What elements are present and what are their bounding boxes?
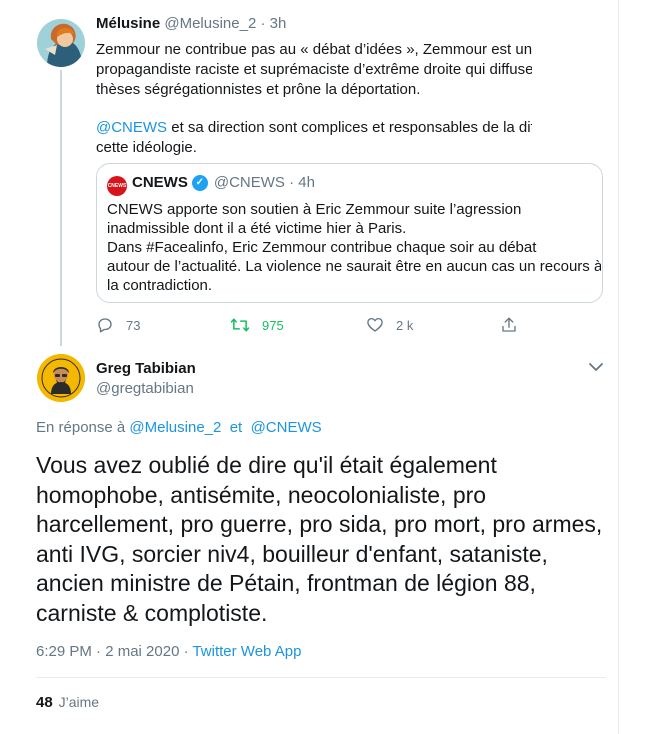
reply-text-line: carniste & complotiste. bbox=[36, 599, 268, 626]
reply-tweet-text: Vous avez oublié de dire qu'il était éga… bbox=[36, 451, 602, 628]
parent-text-line: @CNEWS et sa direction sont complices et… bbox=[96, 118, 532, 138]
share-action[interactable] bbox=[500, 316, 530, 334]
parent-text-line: Zemmour ne contribue pas au « débat d’id… bbox=[96, 41, 532, 58]
quoted-tweet-text: CNEWS apporte son soutien à Eric Zemmour… bbox=[107, 200, 601, 295]
parent-handle[interactable]: @Melusine_2 bbox=[164, 15, 256, 32]
reply-icon bbox=[98, 318, 112, 333]
reply-count: 73 bbox=[126, 317, 141, 333]
chevron-down-icon[interactable] bbox=[586, 358, 606, 376]
reply-text-line: harcellement, pro guerre, pro sida, pro … bbox=[36, 511, 603, 537]
parent-text-line: thèses ségrégationnistes et prône la dép… bbox=[96, 81, 421, 98]
replying-mention-melusine[interactable]: @Melusine_2 bbox=[129, 419, 221, 436]
retweet-icon bbox=[230, 318, 250, 332]
parent-display-name[interactable]: Mélusine bbox=[96, 15, 160, 32]
likes-count: 48 bbox=[36, 694, 53, 711]
parent-text-line: cette idéologie. bbox=[96, 139, 197, 155]
reply-text-line: ancien ministre de Pétain, frontman de l… bbox=[36, 570, 536, 596]
like-action[interactable]: 2 k bbox=[366, 316, 413, 334]
quoted-text-line: autour de l’actualité. La violence ne sa… bbox=[107, 258, 601, 275]
reply-display-name[interactable]: Greg Tabibian bbox=[96, 360, 196, 377]
retweet-action[interactable]: 975 bbox=[230, 316, 284, 334]
replying-and: et bbox=[229, 419, 243, 436]
thread-line bbox=[60, 70, 62, 346]
parent-author: Mélusine @Melusine_2 · 3h bbox=[96, 15, 286, 32]
parent-text-rest: et sa direction sont complices et respon… bbox=[167, 119, 532, 136]
reply-text-line: Vous avez oublié de dire qu'il était éga… bbox=[36, 452, 497, 478]
like-icon bbox=[367, 317, 383, 332]
tweet-metadata: 6:29 PM · 2 mai 2020 · Twitter Web App bbox=[36, 643, 301, 660]
quoted-text-line: la contradiction. bbox=[107, 277, 213, 294]
quoted-author: CNEWS ✓ @CNEWS · 4h bbox=[132, 174, 315, 191]
replying-to: En réponse à @Melusine_2 et @CNEWS bbox=[36, 419, 322, 436]
replying-prefix: En réponse à bbox=[36, 419, 126, 436]
quoted-handle-time: @CNEWS · 4h bbox=[213, 174, 315, 191]
likes-stat[interactable]: 48 J’aime bbox=[36, 694, 99, 711]
divider bbox=[36, 677, 606, 678]
parent-tweet-text: Zemmour ne contribue pas au « débat d’id… bbox=[96, 40, 532, 155]
melusine-avatar[interactable] bbox=[37, 19, 85, 67]
reply-text-line: anti IVG, sorcier niv4, bouilleur d'enfa… bbox=[36, 540, 548, 567]
quoted-display-name: CNEWS bbox=[132, 174, 188, 191]
timeline-border bbox=[618, 0, 619, 734]
greg-tabibian-avatar[interactable] bbox=[37, 354, 85, 402]
quoted-text-line: Dans #Facealinfo, Eric Zemmour contribue… bbox=[107, 239, 537, 256]
retweet-count: 975 bbox=[262, 317, 284, 333]
tweet-timestamp[interactable]: 6:29 PM · 2 mai 2020 · bbox=[36, 643, 192, 660]
timeline-left-border bbox=[0, 0, 1, 734]
cnews-mention-link[interactable]: @CNEWS bbox=[96, 119, 167, 136]
likes-label: J’aime bbox=[58, 694, 100, 710]
parent-time[interactable]: · 3h bbox=[260, 15, 286, 32]
quoted-text-line: CNEWS apporte son soutien à Eric Zemmour… bbox=[107, 201, 522, 218]
share-icon bbox=[502, 317, 516, 332]
reply-text-line: homophobe, antisémite, neocolonialiste, … bbox=[36, 481, 487, 508]
like-count: 2 k bbox=[396, 317, 414, 333]
tweet-source-link[interactable]: Twitter Web App bbox=[192, 643, 301, 660]
replying-mention-cnews[interactable]: @CNEWS bbox=[251, 419, 322, 436]
reply-action[interactable]: 73 bbox=[96, 316, 140, 334]
parent-text-line: propagandiste raciste et suprémaciste d’… bbox=[96, 61, 532, 78]
quoted-text-line: inadmissible dont il a été victime hier … bbox=[107, 220, 407, 237]
verified-icon: ✓ bbox=[191, 174, 208, 191]
reply-handle[interactable]: @gregtabibian bbox=[96, 380, 194, 397]
cnews-avatar: CNEWS bbox=[107, 176, 127, 196]
